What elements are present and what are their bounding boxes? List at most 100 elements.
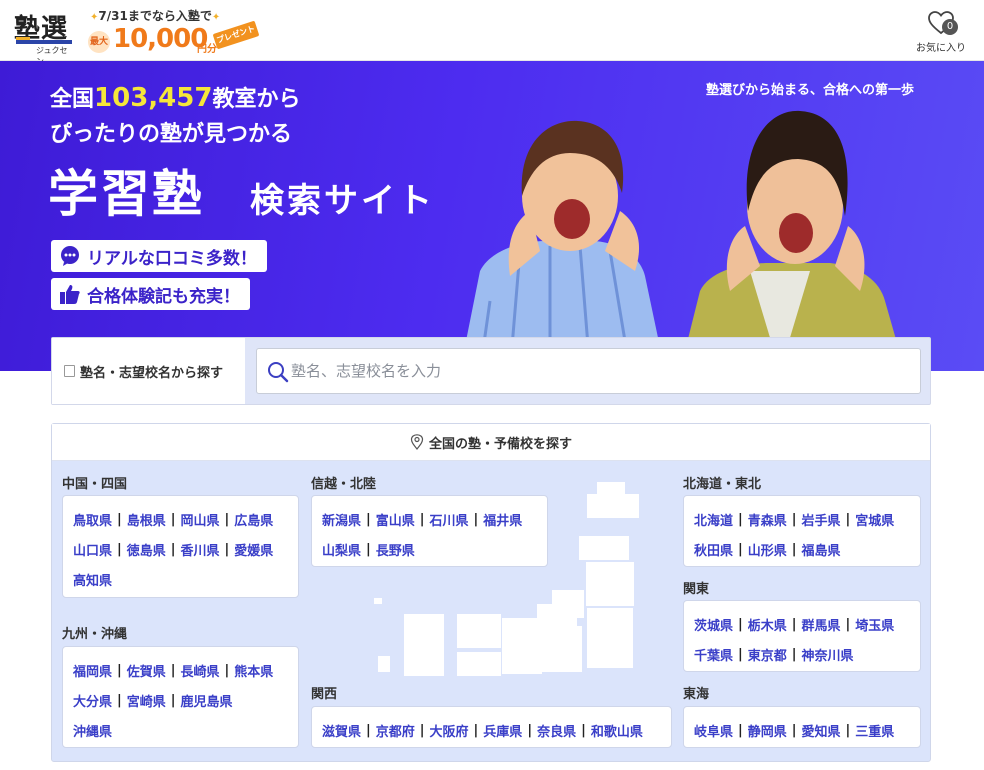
pref-row: 大分県 | 宮崎県 | 鹿児島県: [73, 685, 294, 715]
pref-link[interactable]: 山口県: [73, 540, 112, 559]
pref-link[interactable]: 滋賀県: [322, 721, 361, 740]
pref-link[interactable]: 熊本県: [234, 661, 273, 680]
pref-link[interactable]: 京都府: [376, 721, 415, 740]
pref-link[interactable]: 香川県: [181, 540, 220, 559]
hero-title: 学習塾: [48, 165, 204, 223]
region-panel-header: 全国の塾・予備校を探す: [52, 424, 930, 461]
separator: |: [117, 541, 122, 557]
pref-row: 北海道 | 青森県 | 岩手県 | 宮城県: [694, 504, 916, 534]
pref-link[interactable]: 島根県: [127, 510, 166, 529]
promo-amount: 10,000: [113, 24, 208, 54]
favorites-button[interactable]: 0 お気に入り: [910, 10, 972, 56]
pref-link[interactable]: 山形県: [748, 540, 787, 559]
separator: |: [224, 541, 230, 557]
hero-photo: [460, 110, 905, 371]
separator: |: [117, 511, 122, 527]
pref-link[interactable]: 富山県: [376, 510, 415, 529]
pref-link[interactable]: 宮城県: [855, 510, 894, 529]
pref-link[interactable]: 愛知県: [802, 721, 841, 740]
separator: |: [419, 511, 425, 527]
separator: |: [170, 511, 176, 527]
pref-link[interactable]: 愛媛県: [234, 540, 273, 559]
separator: |: [791, 722, 797, 738]
pref-link[interactable]: 新潟県: [322, 510, 361, 529]
search-input[interactable]: [291, 357, 911, 385]
pref-link[interactable]: 佐賀県: [127, 661, 166, 680]
promo-max-badge: 最大: [88, 31, 110, 53]
pref-link[interactable]: 千葉県: [694, 645, 733, 664]
search-icon: [268, 362, 289, 383]
pref-link[interactable]: 兵庫県: [483, 721, 522, 740]
pref-link[interactable]: 沖縄県: [73, 721, 112, 740]
separator: |: [117, 662, 122, 678]
region-title-chugoku-shikoku: 中国・四国: [62, 477, 128, 492]
pref-link[interactable]: 岐阜県: [694, 721, 733, 740]
pref-link[interactable]: 長崎県: [181, 661, 220, 680]
pref-row: 鳥取県 | 島根県 | 岡山県 | 広島県: [73, 504, 294, 534]
search-box[interactable]: [256, 348, 921, 394]
pref-link[interactable]: 高知県: [73, 570, 112, 589]
separator: |: [224, 511, 230, 527]
tab-school-name-search[interactable]: 塾名・志望校名から探す: [52, 338, 245, 404]
separator: |: [366, 722, 371, 738]
region-panel-title: 全国の塾・予備校を探す: [428, 436, 572, 452]
pref-link[interactable]: 岡山県: [181, 510, 220, 529]
promo-unit: 円分: [197, 44, 217, 55]
pref-list-kanto: 茨城県 | 栃木県 | 群馬県 | 埼玉県 千葉県 | 東京都 | 神奈川県: [683, 600, 921, 672]
pref-link[interactable]: 福岡県: [73, 661, 112, 680]
site-header: 塾選 ジュクセン ✦7/31までなら入塾で✦ 最大 10,000 円分 プレゼン…: [0, 0, 984, 66]
pref-link[interactable]: 埼玉県: [855, 615, 894, 634]
pref-link[interactable]: 徳島県: [127, 540, 166, 559]
pref-link[interactable]: 広島県: [234, 510, 273, 529]
promo-headline: ✦7/31までなら入塾で✦: [90, 7, 220, 24]
pref-link[interactable]: 和歌山県: [591, 721, 643, 740]
pref-link[interactable]: 山梨県: [322, 540, 361, 559]
pref-link[interactable]: 大分県: [73, 691, 112, 710]
pref-link[interactable]: 福井県: [483, 510, 522, 529]
separator: |: [224, 662, 230, 678]
pref-link[interactable]: 福島県: [802, 540, 841, 559]
pref-link[interactable]: 秋田県: [694, 540, 733, 559]
thumbs-up-icon: [60, 285, 80, 304]
pref-link[interactable]: 宮崎県: [127, 691, 166, 710]
separator: |: [791, 616, 797, 632]
separator: |: [170, 692, 176, 708]
separator: |: [366, 511, 371, 527]
region-title-kansai: 関西: [311, 687, 338, 702]
pref-link[interactable]: 岩手県: [802, 510, 841, 529]
site-logo[interactable]: 塾選 ジュクセン: [14, 8, 74, 66]
document-icon: [64, 365, 75, 377]
separator: |: [791, 511, 797, 527]
promo-banner[interactable]: ✦7/31までなら入塾で✦ 最大 10,000 円分 プレゼント: [86, 5, 261, 57]
separator: |: [738, 511, 743, 527]
favorites-count-badge: 0: [942, 19, 958, 35]
region-title-hokkaido-tohoku: 北海道・東北: [683, 477, 762, 492]
pref-link[interactable]: 栃木県: [748, 615, 787, 634]
separator: |: [738, 722, 743, 738]
pref-link[interactable]: 鳥取県: [73, 510, 112, 529]
pref-link[interactable]: 鹿児島県: [181, 691, 233, 710]
pref-link[interactable]: 長野県: [376, 540, 415, 559]
pref-link[interactable]: 群馬県: [802, 615, 841, 634]
pref-link[interactable]: 大阪府: [430, 721, 469, 740]
pref-link[interactable]: 東京都: [748, 645, 787, 664]
hero-headline-line1: 全国103,457教室から: [50, 81, 300, 113]
separator: |: [473, 722, 479, 738]
pref-link[interactable]: 茨城県: [694, 615, 733, 634]
promo-text: 7/31までなら入塾で: [98, 9, 212, 23]
separator: |: [738, 646, 743, 662]
pref-link[interactable]: 三重県: [855, 721, 894, 740]
pref-link[interactable]: 神奈川県: [802, 645, 854, 664]
pref-link[interactable]: 北海道: [694, 510, 733, 529]
pref-link[interactable]: 静岡県: [748, 721, 787, 740]
region-title-tokai: 東海: [683, 687, 710, 702]
pref-link[interactable]: 青森県: [748, 510, 787, 529]
hero-headline-line2: ぴったりの塾が見つかる: [50, 122, 293, 147]
pref-row: 山梨県 | 長野県: [322, 534, 543, 564]
separator: |: [738, 616, 743, 632]
separator: |: [581, 722, 586, 738]
pref-link[interactable]: 石川県: [430, 510, 469, 529]
separator: |: [845, 616, 851, 632]
pref-link[interactable]: 奈良県: [537, 721, 576, 740]
pref-row: 福岡県 | 佐賀県 | 長崎県 | 熊本県: [73, 655, 294, 685]
